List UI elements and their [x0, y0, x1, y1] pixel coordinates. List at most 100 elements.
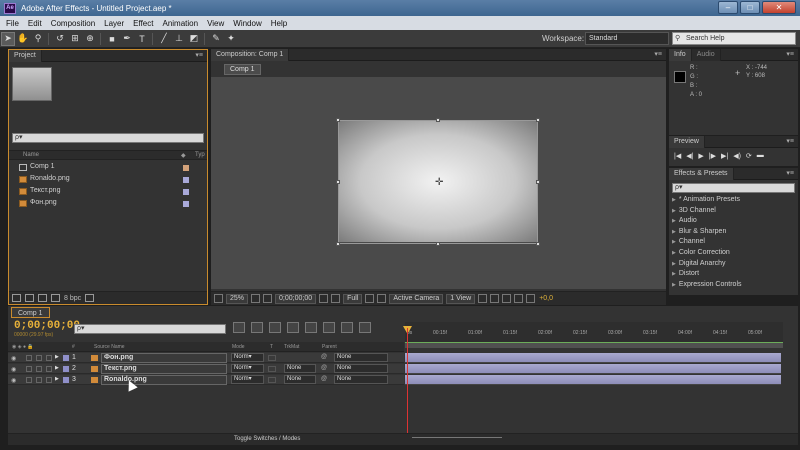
- transform-handle[interactable]: [436, 242, 440, 246]
- transform-handle[interactable]: [436, 118, 440, 122]
- graph-editor-icon[interactable]: [359, 322, 371, 333]
- effect-category[interactable]: ▶ 3D Channel: [672, 207, 742, 218]
- last-frame-icon[interactable]: ▶|: [721, 152, 728, 160]
- expand-triangle-icon[interactable]: ▶: [672, 197, 676, 203]
- timeline-search-input[interactable]: ρ▾: [74, 324, 226, 334]
- hide-shy-layers-icon[interactable]: [269, 322, 281, 333]
- hand-tool-icon[interactable]: ✋: [16, 32, 30, 46]
- toggle-pixel-aspect-icon[interactable]: [478, 294, 488, 303]
- zoom-tool-icon[interactable]: ⚲: [31, 32, 45, 46]
- show-channel-icon[interactable]: [331, 294, 341, 303]
- rotate-tool-icon[interactable]: ↺: [53, 32, 67, 46]
- pick-whip-icon[interactable]: @: [321, 365, 327, 371]
- loop-icon[interactable]: ⟳: [746, 152, 752, 160]
- clone-stamp-tool-icon[interactable]: ⊥: [172, 32, 186, 46]
- parent-select[interactable]: None: [334, 375, 388, 384]
- safe-zones-icon[interactable]: [251, 294, 261, 303]
- frame-blending-icon[interactable]: [287, 322, 299, 333]
- composition-viewer[interactable]: ✛: [211, 77, 666, 289]
- effect-category[interactable]: ▶ Blur & Sharpen: [672, 228, 742, 239]
- pan-behind-tool-icon[interactable]: ⊕: [83, 32, 97, 46]
- layer-label-color[interactable]: [63, 355, 69, 361]
- play-icon[interactable]: ▶: [698, 152, 703, 160]
- mute-audio-icon[interactable]: ◀): [733, 152, 741, 160]
- brush-tool-icon[interactable]: ╱: [157, 32, 171, 46]
- column-hash[interactable]: #: [72, 344, 75, 350]
- pick-whip-icon[interactable]: @: [321, 376, 327, 382]
- bpc-label[interactable]: 8 bpc: [64, 295, 81, 302]
- column-name[interactable]: Name: [23, 152, 39, 158]
- rectangle-tool-icon[interactable]: ■: [105, 32, 119, 46]
- panel-menu-icon[interactable]: ▾≡: [654, 50, 662, 58]
- view-layout-select[interactable]: 1 View: [446, 293, 476, 304]
- solo-toggle[interactable]: [36, 377, 42, 383]
- effect-category[interactable]: ▶ Expression Controls: [672, 281, 742, 292]
- new-composition-icon[interactable]: [38, 294, 47, 302]
- audio-toggle[interactable]: [26, 366, 32, 372]
- layer-duration-bar[interactable]: [405, 364, 781, 374]
- draft-3d-icon[interactable]: [251, 322, 263, 333]
- expand-triangle-icon[interactable]: ▶: [672, 282, 676, 288]
- timeline-layer-row[interactable]: ◉ ▶ 2 Текст.png Norm▾ None @ None: [8, 364, 404, 374]
- motion-blur-icon[interactable]: [305, 322, 317, 333]
- search-help-input[interactable]: ⚲ Search Help: [672, 32, 796, 45]
- tab-timeline-comp[interactable]: Comp 1: [11, 307, 50, 318]
- transform-handle[interactable]: [536, 242, 540, 246]
- work-area-bar[interactable]: [405, 342, 783, 348]
- transform-handle[interactable]: [536, 180, 540, 184]
- layer-label-color[interactable]: [63, 377, 69, 383]
- tab-preview[interactable]: Preview: [669, 135, 705, 148]
- camera-view-select[interactable]: Active Camera: [389, 293, 444, 304]
- expand-triangle-icon[interactable]: ▶: [672, 239, 676, 245]
- transform-handle[interactable]: [536, 118, 540, 122]
- lock-toggle[interactable]: [46, 355, 52, 361]
- timeline-layer-row[interactable]: ◉ ▶ 3 Ronaldo.png Norm▾ None @ None: [8, 375, 404, 385]
- parent-select[interactable]: None: [334, 353, 388, 362]
- transform-handle[interactable]: [336, 118, 340, 122]
- menu-view[interactable]: View: [207, 19, 224, 28]
- expand-triangle-icon[interactable]: ▶: [672, 229, 676, 235]
- audio-toggle[interactable]: [26, 377, 32, 383]
- lock-toggle[interactable]: [46, 366, 52, 372]
- close-button[interactable]: ✕: [762, 1, 796, 14]
- layer-name[interactable]: Текст.png: [101, 364, 227, 374]
- previous-frame-icon[interactable]: ◀|: [686, 152, 693, 160]
- timeline-icon[interactable]: [502, 294, 512, 303]
- tab-composition[interactable]: Composition: Comp 1: [211, 48, 290, 61]
- tab-audio[interactable]: Audio: [691, 48, 721, 61]
- timeline-zoom-slider[interactable]: [412, 437, 502, 442]
- menu-animation[interactable]: Animation: [162, 19, 198, 28]
- time-ruler[interactable]: 0s 00:15f 01:00f 01:15f 02:00f 02:15f 03…: [405, 322, 783, 342]
- workspace-select[interactable]: Standard: [585, 32, 669, 45]
- expand-triangle-icon[interactable]: ▶: [672, 208, 676, 214]
- expand-triangle-icon[interactable]: ▶: [672, 261, 676, 267]
- maximize-button[interactable]: □: [740, 1, 760, 14]
- menu-layer[interactable]: Layer: [104, 19, 124, 28]
- panel-menu-icon[interactable]: ▾≡: [786, 169, 794, 177]
- audio-toggle[interactable]: [26, 355, 32, 361]
- solo-toggle[interactable]: [36, 355, 42, 361]
- column-type[interactable]: Typ: [195, 152, 205, 158]
- label-color-swatch[interactable]: [183, 189, 189, 195]
- roto-brush-tool-icon[interactable]: ✎: [209, 32, 223, 46]
- tab-effects-presets[interactable]: Effects & Presets: [669, 167, 734, 180]
- tab-project[interactable]: Project: [9, 49, 42, 62]
- layer-duration-bar[interactable]: [405, 375, 781, 385]
- visibility-eye-icon[interactable]: ◉: [11, 355, 16, 362]
- effects-search-input[interactable]: ρ▾: [672, 183, 795, 193]
- menu-edit[interactable]: Edit: [28, 19, 42, 28]
- eraser-tool-icon[interactable]: ◩: [187, 32, 201, 46]
- current-time-indicator-line[interactable]: [407, 328, 408, 440]
- minimize-button[interactable]: –: [718, 1, 738, 14]
- preserve-transparency-toggle[interactable]: [268, 366, 276, 372]
- anchor-point-icon[interactable]: ✛: [435, 177, 443, 188]
- parent-select[interactable]: None: [334, 364, 388, 373]
- label-column-icon[interactable]: ◆: [181, 152, 186, 159]
- menu-help[interactable]: Help: [271, 19, 287, 28]
- menu-composition[interactable]: Composition: [51, 19, 95, 28]
- selection-tool-icon[interactable]: ➤: [1, 31, 15, 46]
- label-color-swatch[interactable]: [183, 177, 189, 183]
- column-parent[interactable]: Parent: [322, 344, 337, 350]
- ram-preview-icon[interactable]: ▬: [757, 152, 764, 160]
- solo-toggle[interactable]: [36, 366, 42, 372]
